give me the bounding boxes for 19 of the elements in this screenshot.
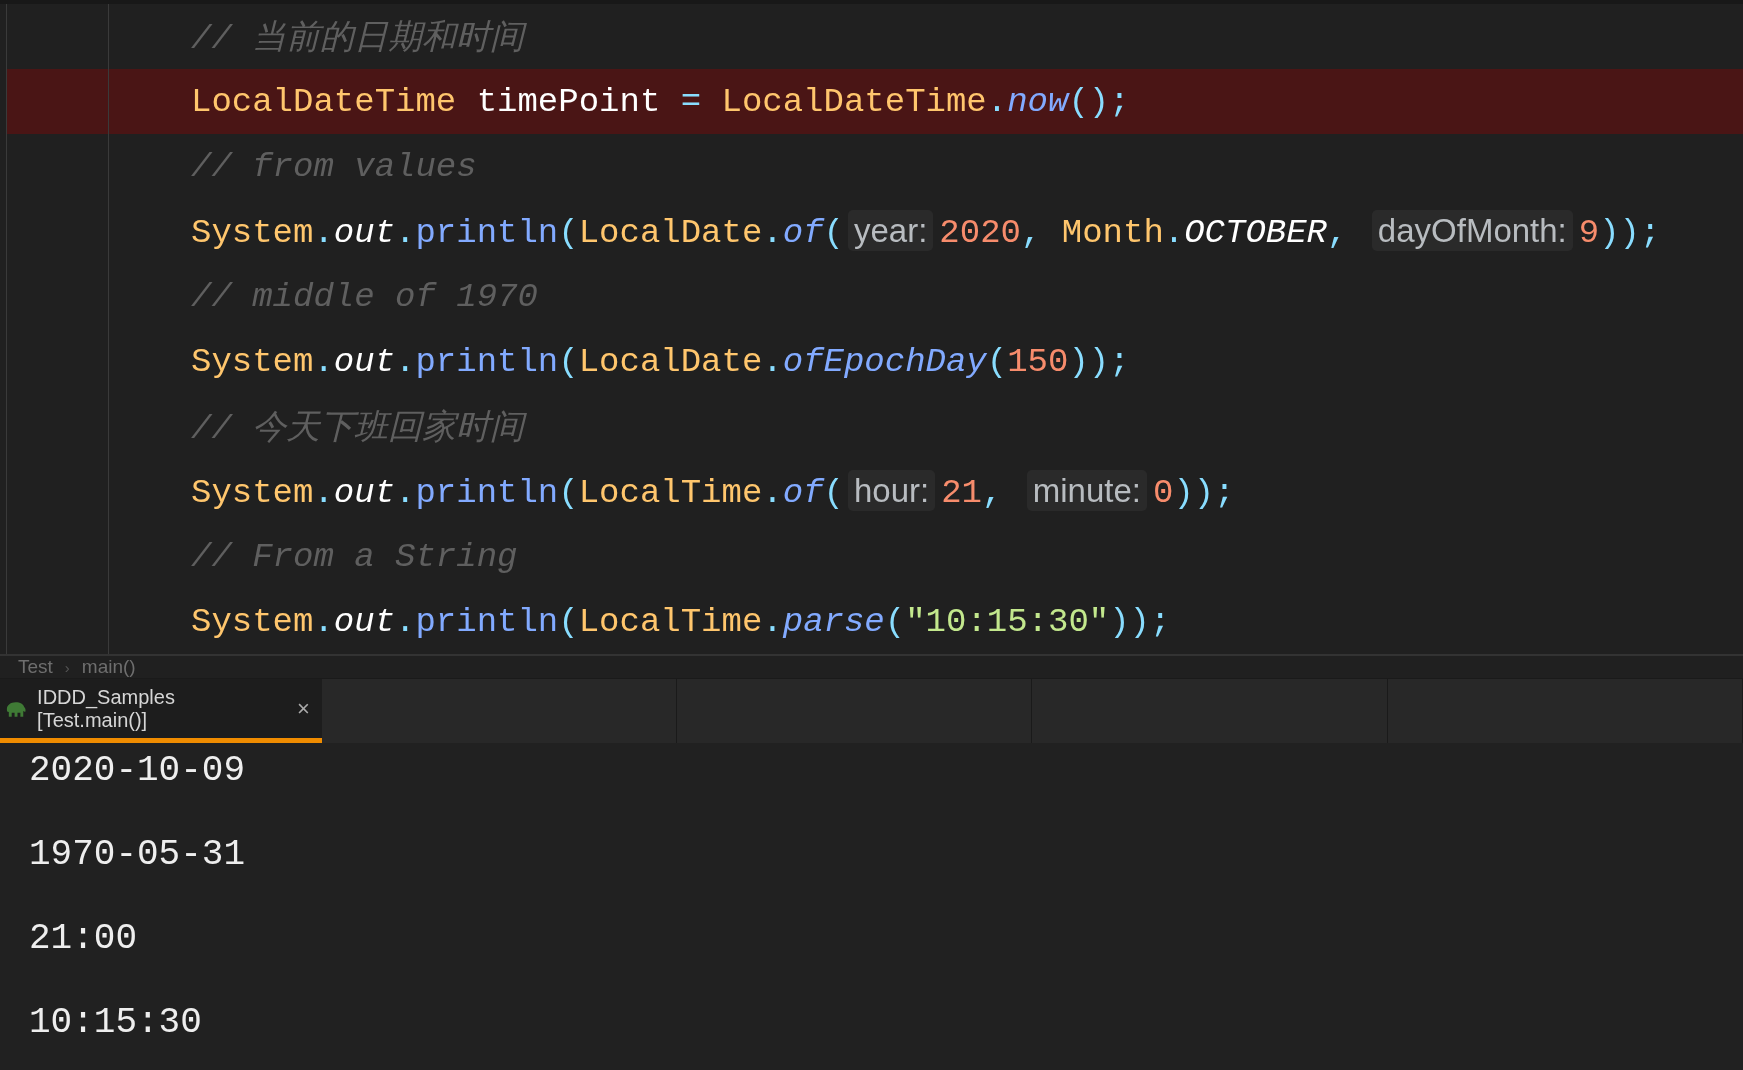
console-output-line: 10:15:30 — [29, 1001, 203, 1045]
code-line: System.out.println(LocalDate.ofEpochDay(150)); — [191, 342, 1130, 381]
code-comment: // 当前的日期和时间 — [191, 18, 525, 60]
code-line: LocalDateTime timePoint = LocalDateTime.now(); — [191, 82, 1130, 121]
elephant-icon — [4, 699, 28, 718]
run-tab[interactable]: IDDD_Samples [Test.main()] × — [0, 679, 322, 743]
console-output-line: 2020-10-09 — [29, 749, 247, 793]
console-output-line: 1970-05-31 — [29, 833, 247, 877]
close-tab-button[interactable]: × — [297, 695, 310, 722]
code-comment: // 今天下班回家时间 — [191, 408, 525, 450]
run-tab-label: IDDD_Samples [Test.main()] — [37, 685, 176, 732]
code-comment: // From a String — [191, 537, 518, 576]
code-line: System.out.println(LocalDate.of( year: 2020, Month.OCTOBER, dayOfMonth: 9)); — [191, 211, 1661, 252]
console-output-line: 21:00 — [29, 917, 139, 961]
code-comment: // from values — [191, 147, 477, 186]
code-line: System.out.println(LocalTime.of( hour: 21, minute: 0)); — [191, 471, 1235, 512]
code-line: System.out.println(LocalTime.parse("10:15:30")); — [191, 602, 1171, 641]
code-comment: // middle of 1970 — [191, 277, 538, 316]
breadcrumb-separator: › — [64, 658, 70, 676]
